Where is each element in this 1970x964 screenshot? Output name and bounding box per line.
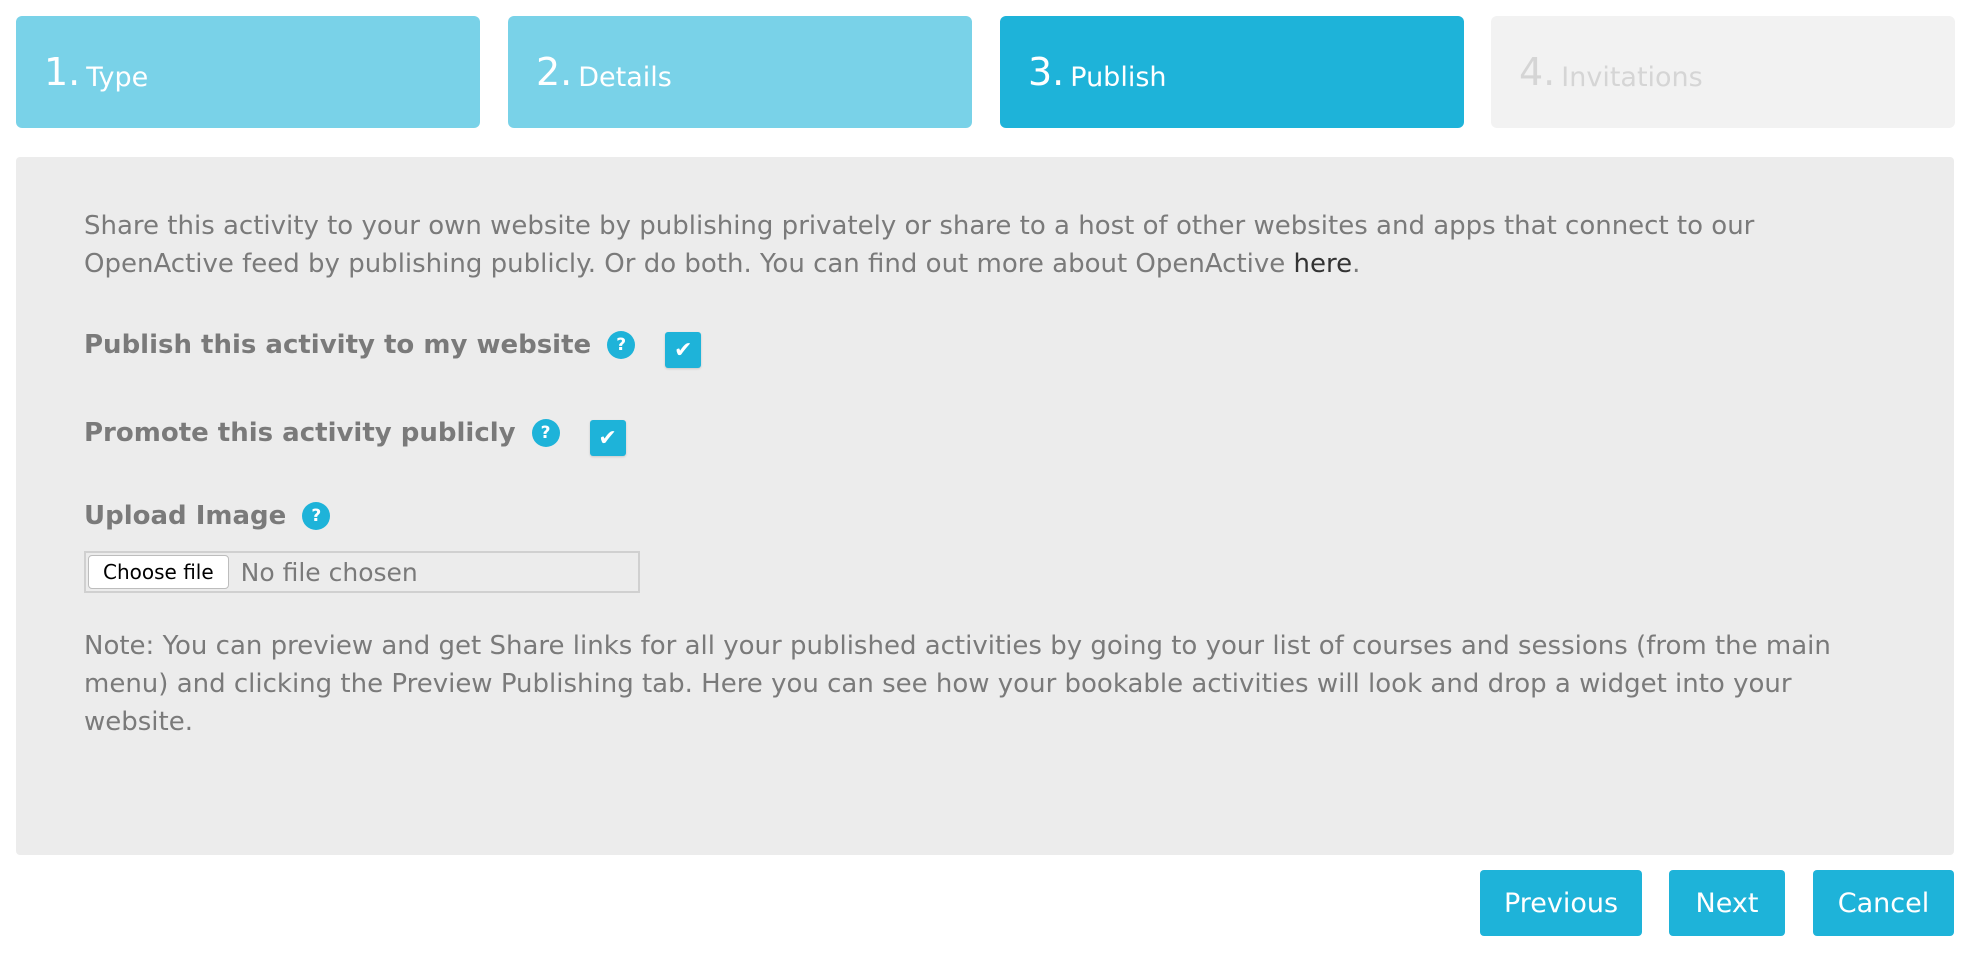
note-text: Note: You can preview and get Share link… (84, 631, 1831, 737)
promote-public-checkbox[interactable]: ✔ (589, 420, 626, 456)
help-icon[interactable]: ? (531, 419, 560, 447)
upload-image-label: Upload Image (84, 501, 287, 531)
step-number: 2. (536, 50, 573, 94)
step-label: Publish (1070, 61, 1167, 93)
cancel-button[interactable]: Cancel (1813, 870, 1954, 936)
step-label: Type (86, 61, 149, 93)
previous-button[interactable]: Previous (1480, 870, 1642, 936)
intro-text: Share this activity to your own website … (84, 207, 1886, 283)
step-details[interactable]: 2. Details (508, 16, 972, 128)
publish-website-checkbox[interactable]: ✔ (665, 332, 702, 368)
help-icon[interactable]: ? (302, 502, 331, 530)
step-type[interactable]: 1. Type (16, 16, 480, 128)
promote-public-label: Promote this activity publicly (84, 418, 516, 448)
file-status: No file chosen (240, 557, 418, 587)
wizard-steps: 1. Type 2. Details 3. Publish 4. Invitat… (16, 16, 1955, 128)
help-icon[interactable]: ? (607, 331, 636, 359)
step-label: Details (578, 61, 672, 93)
upload-image-row: Upload Image ? (84, 501, 331, 531)
step-publish[interactable]: 3. Publish (1000, 16, 1464, 128)
file-input[interactable]: Choose file No file chosen (84, 551, 640, 593)
step-label: Invitations (1561, 61, 1703, 93)
openactive-link[interactable]: here (1294, 249, 1353, 279)
publish-panel: Share this activity to your own website … (16, 157, 1954, 855)
step-invitations: 4. Invitations (1491, 16, 1955, 128)
step-number: 1. (44, 50, 81, 94)
intro-body: Share this activity to your own website … (84, 211, 1755, 279)
step-number: 3. (1028, 50, 1065, 94)
choose-file-button[interactable]: Choose file (88, 555, 229, 589)
step-number: 4. (1519, 50, 1556, 94)
promote-public-row: Promote this activity publicly ? ✔ (84, 415, 626, 456)
intro-end: . (1352, 249, 1361, 279)
publish-website-label: Publish this activity to my website (84, 330, 592, 360)
publish-website-row: Publish this activity to my website ? ✔ (84, 327, 702, 368)
next-button[interactable]: Next (1669, 870, 1785, 936)
